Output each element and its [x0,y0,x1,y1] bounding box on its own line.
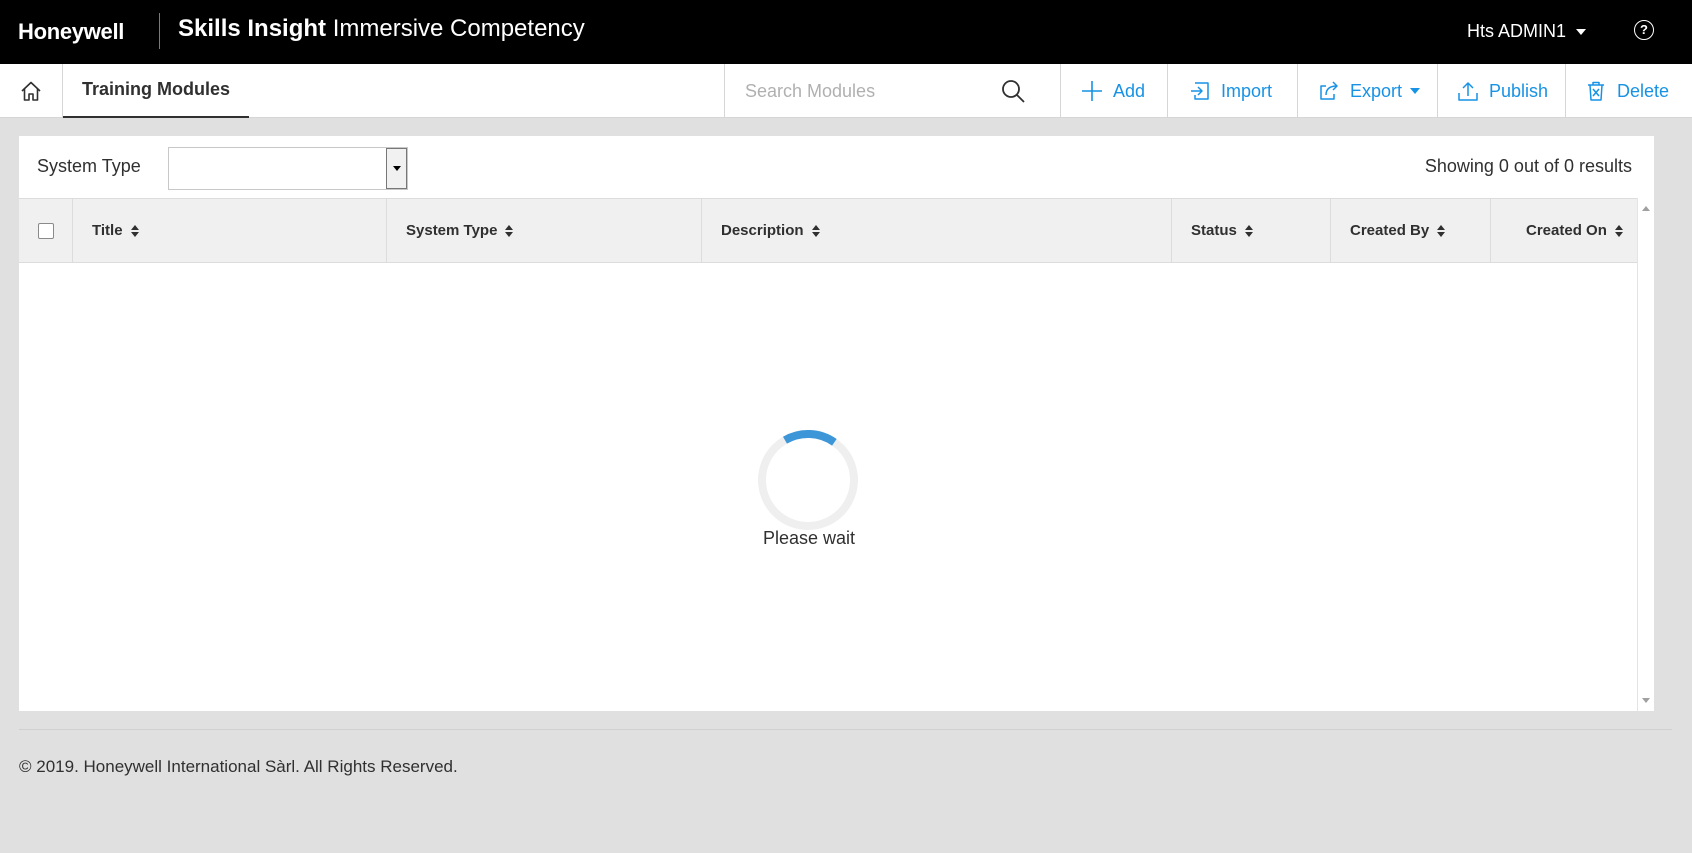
column-header-system-type[interactable]: System Type [387,199,702,262]
add-button[interactable]: Add [1081,64,1145,118]
page-title: Training Modules [82,79,231,99]
home-icon [21,81,41,101]
export-label: Export [1350,80,1403,101]
column-header-title[interactable]: Title [73,199,387,262]
publish-label: Publish [1489,80,1549,101]
vertical-scrollbar[interactable] [1637,198,1654,711]
logo-divider [159,13,160,49]
column-header-description[interactable]: Description [702,199,1172,262]
toolbar-divider [1565,64,1566,118]
modules-panel: System Type Showing 0 out of 0 results T… [19,136,1654,711]
scroll-up-arrow-icon[interactable] [1642,206,1650,211]
export-icon [1320,81,1338,100]
chevron-down-icon [1576,29,1587,36]
column-header-label: Title [92,222,123,239]
column-header-status[interactable]: Status [1172,199,1331,262]
sort-icon [130,224,139,237]
column-header-label: Created By [1350,222,1430,239]
loading-spinner-icon [758,430,858,530]
dropdown-arrow-button[interactable] [386,148,407,189]
select-all-cell [19,199,73,262]
upload-icon [1458,82,1478,101]
column-header-created-by[interactable]: Created By [1331,199,1491,262]
search-box [724,64,1061,118]
system-type-filter-label: System Type [37,156,141,176]
footer-copyright: © 2019. Honeywell International Sàrl. Al… [19,757,458,776]
active-tab-underline [63,116,249,118]
import-icon [1191,82,1209,100]
sort-icon [1244,224,1253,237]
top-header-bar: Honeywell Skills Insight Immersive Compe… [0,0,1692,64]
app-title: Skills Insight Immersive Competency [178,15,585,43]
sort-icon [1614,224,1623,237]
footer-divider [19,729,1672,730]
trash-icon [1588,81,1604,101]
column-header-label: Description [721,222,804,239]
column-header-label: System Type [406,222,498,239]
toolbar: Training Modules Add Import Export [0,64,1692,118]
publish-button[interactable]: Publish [1457,64,1548,118]
sort-icon [1437,224,1446,237]
table-header: Title System Type Description Status Cre… [19,198,1652,263]
system-type-select[interactable] [168,147,408,190]
column-header-label: Status [1191,222,1237,239]
chevron-down-icon [1410,88,1421,94]
search-icon[interactable] [1000,78,1026,104]
honeywell-logo: Honeywell [18,19,125,44]
toolbar-divider [1167,64,1168,118]
loading-text: Please wait [763,528,856,548]
help-icon[interactable]: ? [1634,20,1654,40]
home-button[interactable] [0,64,63,118]
user-menu[interactable]: Hts ADMIN1 [1467,21,1587,42]
scroll-down-arrow-icon[interactable] [1642,698,1650,703]
results-count: Showing 0 out of 0 results [1424,156,1632,176]
select-all-checkbox[interactable] [37,222,54,239]
export-button[interactable]: Export [1318,64,1421,118]
column-header-created-on[interactable]: Created On [1491,199,1652,262]
sort-icon [505,224,514,237]
sort-icon [811,224,820,237]
spinner-track [758,430,858,530]
delete-button[interactable]: Delete [1585,64,1669,118]
toolbar-divider [1437,64,1438,118]
search-input[interactable] [745,79,995,103]
import-label: Import [1221,80,1273,101]
column-header-label: Created On [1526,222,1607,239]
delete-label: Delete [1617,80,1670,101]
user-name: Hts ADMIN1 [1467,21,1567,41]
import-button[interactable]: Import [1189,64,1272,118]
plus-icon [1082,81,1102,101]
chevron-down-icon [392,166,401,171]
app-title-rest: Immersive Competency [326,15,585,42]
spinner-progress-arc [758,430,858,530]
toolbar-divider [1297,64,1298,118]
app-title-strong: Skills Insight [178,15,327,42]
add-label: Add [1113,80,1146,101]
